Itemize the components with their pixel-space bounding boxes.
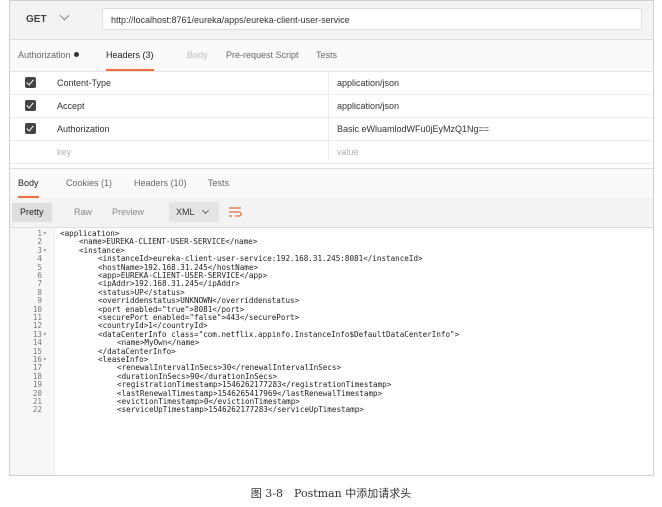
header-enabled-checkbox[interactable] (25, 77, 36, 88)
header-value[interactable]: Basic eWluamlodWFu0jEyMzQ1Ng== (337, 118, 489, 140)
code-line: 13 ▾ <dataCenterInfo class="com.netflix.ap… (10, 330, 653, 339)
tab-authorization-label: Authorization (18, 50, 71, 60)
fold-toggle-icon[interactable]: ▾ (43, 356, 51, 364)
pretty-button[interactable]: Pretty (12, 203, 52, 222)
new-key-input[interactable]: key (57, 141, 71, 163)
chevron-down-icon (201, 206, 209, 215)
raw-button[interactable]: Raw (66, 203, 100, 222)
tab-authorization[interactable]: Authorization (18, 40, 79, 71)
fold-toggle-icon[interactable]: ▾ (43, 230, 51, 238)
header-row: Authorization Basic eWluamlodWFu0jEyMzQ1… (10, 118, 653, 141)
header-key[interactable]: Authorization (57, 118, 110, 140)
tab-pre-request-script[interactable]: Pre-request Script (226, 40, 299, 71)
code-line: 17 <renewalIntervalInSecs>30</renewalInte… (10, 363, 653, 372)
tab-response-headers[interactable]: Headers (10) (134, 169, 187, 198)
figure-caption: 图 3-8 Postman 中添加请求头 (250, 487, 412, 500)
format-select[interactable]: XML (169, 202, 219, 222)
wrap-lines-icon (229, 207, 242, 217)
code-text: <serviceUpTimestamp>1546262177283</servi… (117, 405, 364, 415)
wrap-lines-button[interactable] (224, 202, 246, 222)
modified-dot-icon (73, 52, 79, 57)
tab-response-tests[interactable]: Tests (208, 169, 229, 198)
header-new-row: key value (10, 141, 653, 164)
chevron-down-icon (59, 10, 70, 21)
request-tabs: Authorization Headers (3) Body Pre-reque… (10, 40, 653, 72)
header-row: Accept application/json (10, 95, 653, 118)
response-code-view[interactable]: 1 ▾ <application> 2 <name>EUREKA-CLIENT-USER… (10, 228, 653, 475)
fold-toggle-icon[interactable]: ▾ (43, 331, 51, 339)
tab-body[interactable]: Body (187, 40, 208, 71)
header-key[interactable]: Accept (57, 95, 85, 117)
code-line: 22 <serviceUpTimestamp>1546262177283</ser… (10, 405, 653, 415)
header-row: Content-Type application/json (10, 72, 653, 95)
response-tabs: Body Cookies (1) Headers (10) Tests (10, 168, 653, 199)
request-bar: GET http://localhost:8761/eureka/apps/eu… (10, 1, 653, 40)
header-enabled-checkbox[interactable] (25, 123, 36, 134)
url-input[interactable]: http://localhost:8761/eureka/apps/eureka… (102, 8, 642, 30)
tab-tests[interactable]: Tests (316, 40, 337, 71)
header-value[interactable]: application/json (337, 72, 399, 94)
header-key[interactable]: Content-Type (57, 72, 111, 94)
line-number: 22 (32, 405, 42, 415)
new-value-input[interactable]: value (337, 141, 359, 163)
header-value[interactable]: application/json (337, 95, 399, 117)
tab-cookies[interactable]: Cookies (1) (66, 169, 112, 198)
preview-button[interactable]: Preview (104, 203, 152, 222)
headers-table: Content-Type application/json Accept app… (10, 72, 653, 164)
method-label: GET (26, 14, 47, 25)
header-enabled-checkbox[interactable] (25, 100, 36, 111)
method-select[interactable]: GET (26, 10, 70, 29)
viewer-toolbar: Pretty Raw Preview XML (10, 198, 653, 228)
tab-response-body[interactable]: Body (18, 169, 39, 198)
fold-toggle-icon[interactable]: ▾ (43, 247, 51, 255)
postman-window: GET http://localhost:8761/eureka/apps/eu… (9, 0, 654, 476)
format-label: XML (176, 207, 195, 217)
code-line: 20 <lastRenewalTimestamp>1546265417969</l… (10, 389, 653, 398)
tab-headers[interactable]: Headers (3) (106, 40, 154, 71)
